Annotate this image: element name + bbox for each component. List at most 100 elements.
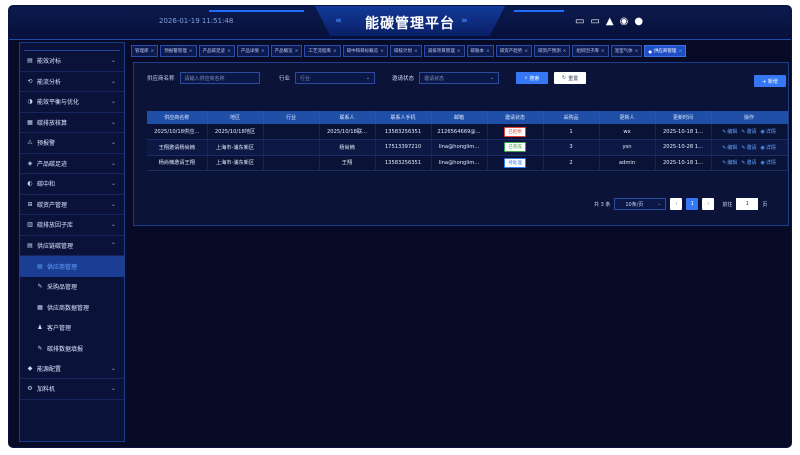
- search-button[interactable]: ⌕ 搜索: [516, 72, 548, 84]
- sidebar-item-5[interactable]: ◈ 产品碳足迹 ⌄: [20, 154, 124, 174]
- sidebar-item-0[interactable]: ◆ 能源配置 ⌄: [20, 359, 124, 379]
- tab-11[interactable]: 碳资产预测 ×: [534, 45, 571, 57]
- edit-button[interactable]: ✎编辑: [722, 144, 737, 151]
- invite-button[interactable]: ✎邀请: [741, 159, 756, 166]
- close-icon[interactable]: ×: [380, 49, 384, 54]
- page-size-select[interactable]: 10条/页 ⌄: [614, 198, 667, 210]
- close-icon[interactable]: ×: [189, 49, 193, 54]
- reset-button[interactable]: ↻ 重置: [554, 72, 586, 84]
- detail-button[interactable]: ◉详情: [761, 144, 776, 151]
- close-icon[interactable]: ×: [261, 49, 265, 54]
- tab-8[interactable]: 减排项目管理 ×: [423, 45, 465, 57]
- sidebar-item-3[interactable]: ▦ 碳排放核算 ⌄: [20, 113, 124, 133]
- table-row[interactable]: 杨尚楠邀请王翔 上海市-浦东新区 王翔 13583256351 lina@honglim…: [147, 155, 788, 171]
- sidebar-subitem-4[interactable]: ✎ 碳排数据填报: [20, 338, 124, 359]
- tab-13[interactable]: 温室气体 ×: [610, 45, 643, 57]
- chevron-down-icon: ⌄: [110, 385, 116, 393]
- tab-12[interactable]: 组织因子库 ×: [572, 45, 609, 57]
- close-icon[interactable]: ×: [486, 49, 490, 54]
- tab-4[interactable]: 产品概览 ×: [270, 45, 303, 57]
- tab-3[interactable]: 产品详情 ×: [236, 45, 269, 57]
- total-count: 共 3 条: [594, 201, 611, 208]
- cell-status: 已拒绝: [487, 124, 544, 140]
- menu-icon: ▤: [27, 241, 33, 249]
- monitor-icon[interactable]: ▭: [590, 16, 599, 28]
- sidebar-item-label: 加料机: [37, 386, 56, 394]
- column-header: 联系人手机: [375, 111, 432, 124]
- screen-icon[interactable]: ▭: [575, 16, 584, 28]
- close-icon[interactable]: ×: [151, 49, 155, 54]
- sidebar-item-1[interactable]: ⚙ 加料机 ⌄: [20, 379, 124, 400]
- cell-phone: 13583256351: [375, 124, 432, 140]
- tab-10[interactable]: 碳资产趋势 ×: [495, 45, 533, 57]
- tab-0[interactable]: 管理库 ×: [131, 45, 159, 57]
- tab-7[interactable]: 碳核计划 ×: [389, 45, 422, 57]
- column-header: 采购品: [543, 111, 600, 124]
- user-badge-icon[interactable]: ◉: [620, 16, 629, 28]
- invite-button[interactable]: ✎邀请: [741, 128, 756, 135]
- edit-button[interactable]: ✎编辑: [722, 128, 737, 135]
- goto-page-input[interactable]: 1: [736, 198, 759, 210]
- chevron-down-icon: ⌄: [489, 75, 495, 81]
- app-window: 2026-01-19 11:51:48 能碳管理平台 ‹‹‹ ››› ▭ ▭ ▲…: [9, 6, 791, 447]
- close-icon[interactable]: ×: [601, 49, 605, 54]
- invite-button[interactable]: ✎邀请: [741, 144, 756, 151]
- sidebar-subitem-0[interactable]: ▤ 供应商管理: [20, 256, 124, 277]
- tab-9[interactable]: 碳账本 ×: [466, 45, 494, 57]
- sidebar-item-label: 采购品管理: [47, 284, 78, 292]
- sidebar-item-8[interactable]: ▥ 碳排放因子库 ⌄: [20, 215, 124, 236]
- sidebar-item-1[interactable]: ⟲ 能流分析 ⌄: [20, 72, 124, 92]
- pagination: 共 3 条 10条/页 ⌄ ‹ 1 › 前往 1 页: [594, 198, 767, 210]
- sidebar-item-4[interactable]: ⚠ 预报警 ⌄: [20, 133, 124, 154]
- page-number-current[interactable]: 1: [686, 198, 699, 210]
- close-icon[interactable]: ×: [563, 49, 567, 54]
- filter-invite-status: 邀请状态 邀请状态 ⌄: [392, 72, 500, 84]
- add-button[interactable]: + 新增: [754, 75, 786, 87]
- sidebar-item-2[interactable]: ◑ 能效平衡与优化 ⌄: [20, 92, 124, 113]
- close-icon[interactable]: ×: [524, 49, 528, 54]
- detail-button[interactable]: ◉详情: [761, 128, 776, 135]
- table-row[interactable]: 2025/10/18供应... 2025/10/18地区 2025/10/18联..…: [147, 124, 788, 140]
- column-header: 更新时间: [655, 111, 712, 124]
- close-icon[interactable]: ×: [414, 49, 418, 54]
- next-page-button[interactable]: ›: [702, 198, 715, 210]
- tab-5[interactable]: 工艺流程库 ×: [304, 45, 341, 57]
- sidebar-item-0[interactable]: ▤ 能效对标 ⌄: [20, 51, 124, 72]
- industry-select[interactable]: 行业 ⌄: [295, 72, 376, 84]
- sidebar-subitem-1[interactable]: ✎ 采购品管理: [20, 277, 124, 298]
- sidebar-subitem-2[interactable]: ▦ 供应商数据管理: [20, 297, 124, 318]
- sidebar-item-6[interactable]: ◐ 碳中和 ⌄: [20, 174, 124, 195]
- column-header: 邀请状态: [487, 111, 544, 124]
- tab-label: 管理库: [135, 49, 149, 54]
- sidebar-item-7[interactable]: ⊞ 碳资产管理 ⌄: [20, 195, 124, 215]
- close-icon[interactable]: ×: [457, 49, 461, 54]
- close-icon[interactable]: ×: [227, 49, 231, 54]
- bell-icon[interactable]: ▲: [606, 16, 614, 28]
- tab-2[interactable]: 产品碳足迹 ×: [198, 45, 235, 57]
- chevron-down-icon: ⌄: [110, 180, 116, 188]
- tab-label: 组织因子库: [576, 49, 599, 54]
- supplier-name-input[interactable]: 请输入供应商名称: [179, 72, 260, 84]
- edit-button[interactable]: ✎编辑: [722, 159, 737, 166]
- tab-label: 减排项目管理: [427, 49, 455, 54]
- tab-6[interactable]: 碳中和目标概览 ×: [342, 45, 388, 57]
- invite-status-select[interactable]: 邀请状态 ⌄: [419, 72, 500, 84]
- invite-button-label: 邀请: [746, 129, 757, 135]
- page-unit-label: 页: [762, 201, 768, 208]
- detail-button[interactable]: ◉详情: [761, 159, 776, 166]
- close-icon[interactable]: ×: [635, 49, 639, 54]
- chevron-right-decor: ›››: [461, 16, 468, 26]
- tab-label: 碳资产趋势: [499, 49, 523, 54]
- sidebar-subitem-3[interactable]: ♟ 客户管理: [20, 318, 124, 339]
- cell-region: 上海市-浦东新区: [207, 155, 264, 171]
- tab-1[interactable]: 预报警管理 ×: [160, 45, 197, 57]
- close-icon[interactable]: ×: [678, 49, 682, 54]
- close-icon[interactable]: ×: [333, 49, 337, 54]
- close-icon[interactable]: ×: [295, 49, 299, 54]
- prev-page-button[interactable]: ‹: [670, 198, 683, 210]
- table-row[interactable]: 王翔邀请杨尚楠 上海市-浦东新区 杨尚楠 17513397210 lina@hongli…: [147, 139, 788, 156]
- avatar-icon[interactable]: ●: [634, 16, 643, 28]
- sidebar-item-9[interactable]: ▤ 供应链碳管理 ⌃: [20, 236, 124, 256]
- invite-button-label: 邀请: [746, 144, 757, 151]
- tab-14[interactable]: ● 供应商管理 ×: [644, 45, 687, 57]
